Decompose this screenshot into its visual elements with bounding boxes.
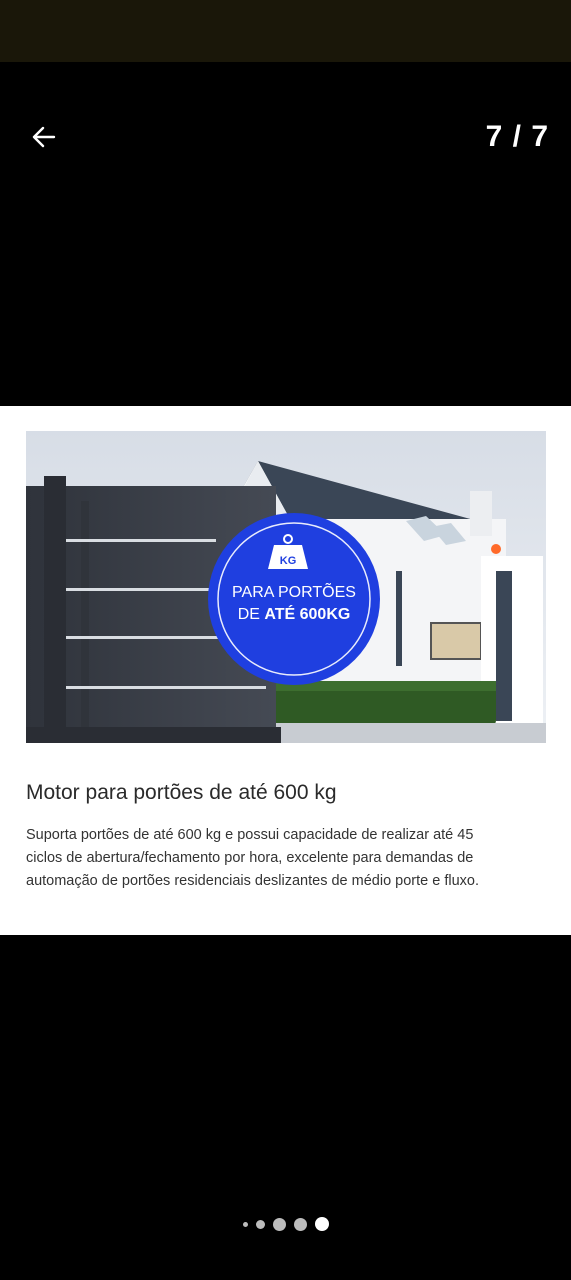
badge-line-2: DE ATÉ 600KG	[238, 604, 351, 623]
weight-badge: KG PARA PORTÕES DE ATÉ 600KG	[208, 513, 380, 685]
pagination-dot-2[interactable]	[255, 1219, 265, 1229]
pagination-dot-3[interactable]	[272, 1217, 286, 1231]
badge-line-1: PARA PORTÕES	[232, 581, 356, 601]
page-counter: 7 / 7	[485, 120, 549, 153]
feature-card: KG PARA PORTÕES DE ATÉ 600KG Motor para …	[0, 406, 571, 935]
pagination-dots	[0, 1214, 571, 1234]
pagination-dot-5-active[interactable]	[314, 1217, 329, 1231]
top-bar: 7 / 7	[0, 62, 571, 212]
back-button[interactable]	[24, 117, 64, 157]
arrow-left-icon	[32, 126, 56, 148]
card-description: Suporta portões de até 600 kg e possui c…	[26, 827, 479, 889]
badge-line-2-prefix: DE	[238, 606, 265, 623]
badge-line-2-bold: ATÉ 600KG	[264, 604, 350, 623]
gate-house-illustration: KG PARA PORTÕES DE ATÉ 600KG	[26, 431, 546, 743]
hero-image: KG PARA PORTÕES DE ATÉ 600KG	[26, 431, 546, 743]
badge-icon-label: KG	[280, 555, 297, 567]
card-title: Motor para portões de até 600 kg	[26, 781, 337, 804]
pagination-dot-4[interactable]	[293, 1217, 307, 1231]
status-bar	[0, 0, 571, 62]
pagination-dot-1[interactable]	[242, 1221, 248, 1227]
